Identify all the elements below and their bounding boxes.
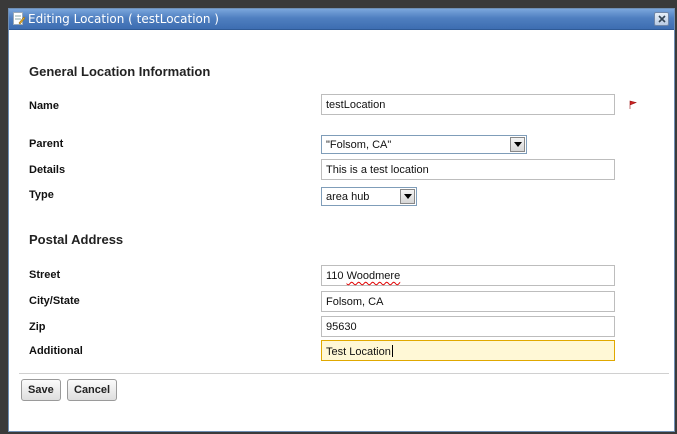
type-select[interactable]: area hub [321,187,417,206]
dialog-title: Editing Location ( testLocation ) [28,12,219,26]
parent-label: Parent [29,138,64,150]
cancel-button[interactable]: Cancel [67,379,118,401]
app-background: Editing Location ( testLocation ) Genera… [0,0,677,434]
type-label: Type [29,189,54,201]
additional-label: Additional [29,345,83,357]
parent-selected-value: "Folsom, CA" [326,139,392,151]
street-name: Woodmere [346,270,401,282]
type-dropdown-button[interactable] [400,189,415,204]
zip-field[interactable]: 95630 [321,316,615,337]
street-field[interactable]: 110 Woodmere [321,265,615,286]
document-edit-icon [13,12,26,26]
close-icon [658,15,666,23]
chevron-down-icon [404,194,412,199]
zip-label: Zip [29,321,46,333]
form-divider [19,373,669,374]
dialog-title-bar[interactable]: Editing Location ( testLocation ) [9,9,674,30]
general-section-heading: General Location Information [29,64,211,79]
edit-location-dialog: Editing Location ( testLocation ) Genera… [8,8,675,432]
street-number: 110 [326,270,347,282]
postal-section-heading: Postal Address [29,232,124,247]
close-button[interactable] [654,12,669,26]
details-field[interactable]: This is a test location [321,159,615,180]
text-cursor [391,345,393,357]
save-button[interactable]: Save [21,379,61,401]
additional-field[interactable]: Test Location [321,340,615,361]
city-state-label: City/State [29,295,80,307]
name-label: Name [29,100,59,112]
parent-dropdown-button[interactable] [510,137,525,152]
additional-value: Test Location [326,346,391,358]
required-flag-icon [628,97,637,115]
parent-select[interactable]: "Folsom, CA" [321,135,527,154]
chevron-down-icon [514,142,522,147]
street-label: Street [29,269,61,281]
type-selected-value: area hub [326,191,370,203]
name-field[interactable]: testLocation [321,94,615,115]
city-state-field[interactable]: Folsom, CA [321,291,615,312]
details-label: Details [29,164,66,176]
